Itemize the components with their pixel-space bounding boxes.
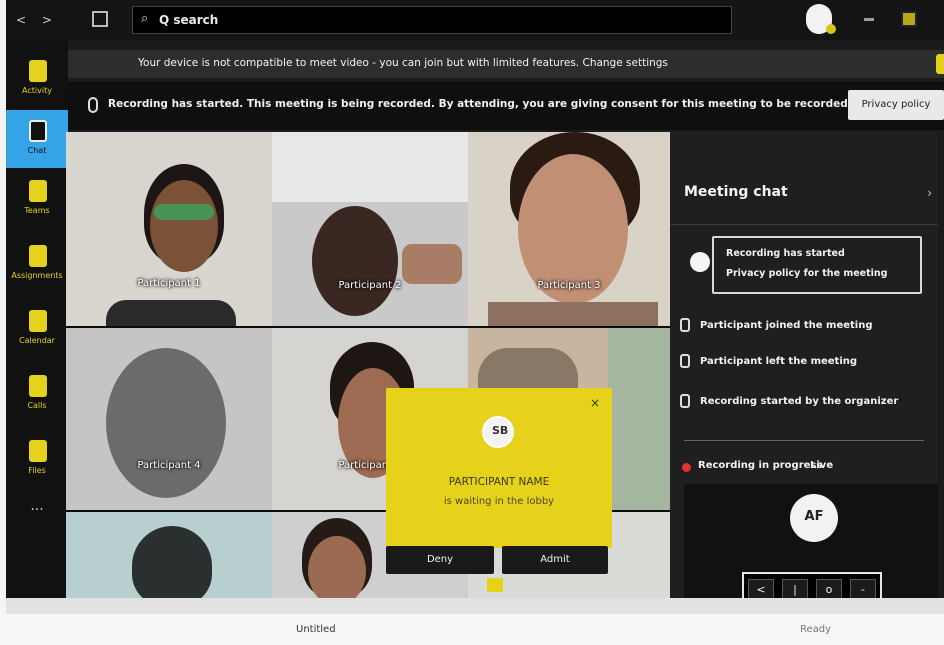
bell-icon bbox=[29, 60, 47, 82]
participant-name: Participant 2 bbox=[338, 280, 402, 291]
compatibility-banner: Your device is not compatible to meet vi… bbox=[68, 50, 944, 78]
wall-bg bbox=[272, 132, 468, 202]
status-bar: Untitled Ready bbox=[0, 614, 944, 645]
panel-title: Meeting chat bbox=[684, 184, 788, 200]
chat-event: Participant left the meeting bbox=[700, 356, 858, 367]
rail-label: Calls bbox=[27, 401, 47, 410]
rail-label: Teams bbox=[24, 206, 50, 215]
search-icon: ⌕ bbox=[141, 11, 149, 26]
avatar-initials: SB bbox=[492, 424, 509, 437]
nav-arrows[interactable]: < > bbox=[16, 13, 58, 27]
rail-item-files[interactable]: Files bbox=[6, 430, 68, 488]
app-rail: Activity Chat Teams Assignments Calendar… bbox=[6, 40, 68, 598]
video-tile[interactable]: Participant 4 bbox=[66, 328, 272, 510]
deny-button[interactable]: Deny bbox=[386, 546, 494, 574]
banner-close-button[interactable] bbox=[936, 54, 944, 74]
event-icon bbox=[680, 394, 690, 408]
event-icon bbox=[680, 318, 690, 332]
info-line-1: Recording has started bbox=[726, 248, 845, 259]
rail-item-assignments[interactable]: Assignments bbox=[6, 235, 68, 293]
recording-info-card[interactable]: Recording has started Privacy policy for… bbox=[712, 236, 922, 294]
rail-item-activity[interactable]: Activity bbox=[6, 50, 68, 108]
meeting-chat-panel: Meeting chat › Recording has started Pri… bbox=[670, 132, 938, 608]
divider bbox=[684, 440, 924, 441]
search-text: Q search bbox=[159, 13, 219, 27]
chat-event: Participant joined the meeting bbox=[700, 320, 873, 331]
lobby-participant-name: PARTICIPANT NAME bbox=[448, 476, 550, 488]
event-icon bbox=[680, 354, 690, 368]
glasses bbox=[154, 204, 214, 220]
teams-icon bbox=[29, 180, 47, 202]
horizontal-scrollbar[interactable] bbox=[6, 598, 944, 614]
more-apps-button[interactable]: ... bbox=[6, 498, 68, 514]
phone-icon bbox=[29, 375, 47, 397]
rail-item-teams[interactable]: Teams bbox=[6, 170, 68, 228]
person-hair bbox=[132, 526, 212, 598]
close-icon[interactable]: × bbox=[590, 396, 600, 410]
search-input[interactable]: ⌕ Q search bbox=[132, 6, 732, 34]
rail-item-calls[interactable]: Calls bbox=[6, 365, 68, 423]
rail-label: Files bbox=[28, 466, 46, 475]
shoulders bbox=[106, 300, 236, 326]
minimize-button[interactable] bbox=[864, 18, 874, 21]
person-face bbox=[106, 348, 226, 498]
video-tile[interactable]: Participant 2 bbox=[272, 132, 468, 326]
divider bbox=[670, 224, 938, 225]
participant-name: Participant 3 bbox=[537, 280, 601, 291]
video-tile[interactable]: Participant 3 bbox=[468, 132, 670, 326]
assignment-icon bbox=[29, 245, 47, 267]
recording-live-label: Live bbox=[810, 460, 834, 471]
recording-text: Recording has started. This meeting is b… bbox=[108, 98, 852, 110]
file-icon bbox=[29, 440, 47, 462]
self-avatar: AF bbox=[790, 494, 838, 542]
status-text: Untitled bbox=[296, 624, 336, 635]
rail-item-calendar[interactable]: Calendar bbox=[6, 300, 68, 358]
person-face bbox=[312, 206, 398, 316]
chevron-right-icon[interactable]: › bbox=[927, 186, 932, 200]
rail-label: Chat bbox=[27, 146, 47, 155]
chat-icon bbox=[29, 120, 47, 142]
shoulders bbox=[488, 302, 658, 326]
rail-label: Activity bbox=[22, 86, 52, 95]
popup-pointer bbox=[487, 578, 503, 592]
privacy-policy-button[interactable]: Privacy policy bbox=[848, 90, 944, 120]
maximize-button[interactable] bbox=[901, 11, 917, 27]
recording-status-text: Recording in progress bbox=[698, 460, 823, 471]
globe-icon bbox=[690, 252, 710, 272]
calendar-icon bbox=[29, 310, 47, 332]
hand bbox=[402, 244, 462, 284]
background bbox=[608, 328, 670, 510]
participant-name: Participant 1 bbox=[137, 278, 201, 289]
banner-text: Your device is not compatible to meet vi… bbox=[138, 57, 668, 69]
lobby-message: is waiting in the lobby bbox=[443, 496, 555, 507]
presence-status-icon bbox=[826, 24, 836, 34]
recording-dot-icon bbox=[682, 463, 691, 472]
video-tile[interactable] bbox=[66, 512, 272, 598]
self-initials: AF bbox=[804, 509, 824, 524]
chat-event: Recording started by the organizer bbox=[700, 396, 899, 407]
recording-bar: Recording has started. This meeting is b… bbox=[68, 82, 944, 130]
rail-item-chat[interactable]: Chat bbox=[6, 110, 68, 168]
participant-name: Participant 4 bbox=[137, 460, 201, 471]
person-face bbox=[308, 536, 366, 598]
title-bar: < > ⌕ Q search bbox=[6, 0, 944, 40]
apps-icon[interactable] bbox=[92, 11, 108, 27]
info-line-2: Privacy policy for the meeting bbox=[726, 268, 888, 279]
video-tile[interactable]: Participant 1 bbox=[66, 132, 272, 326]
rail-label: Calendar bbox=[19, 336, 55, 345]
mic-icon bbox=[88, 97, 98, 113]
lobby-avatar: SB bbox=[482, 416, 514, 448]
lobby-notification: × SB PARTICIPANT NAME is waiting in the … bbox=[386, 388, 612, 548]
admit-button[interactable]: Admit bbox=[502, 546, 608, 574]
person-face bbox=[150, 180, 218, 272]
status-right-text: Ready bbox=[800, 624, 832, 635]
rail-label: Assignments bbox=[11, 271, 63, 280]
